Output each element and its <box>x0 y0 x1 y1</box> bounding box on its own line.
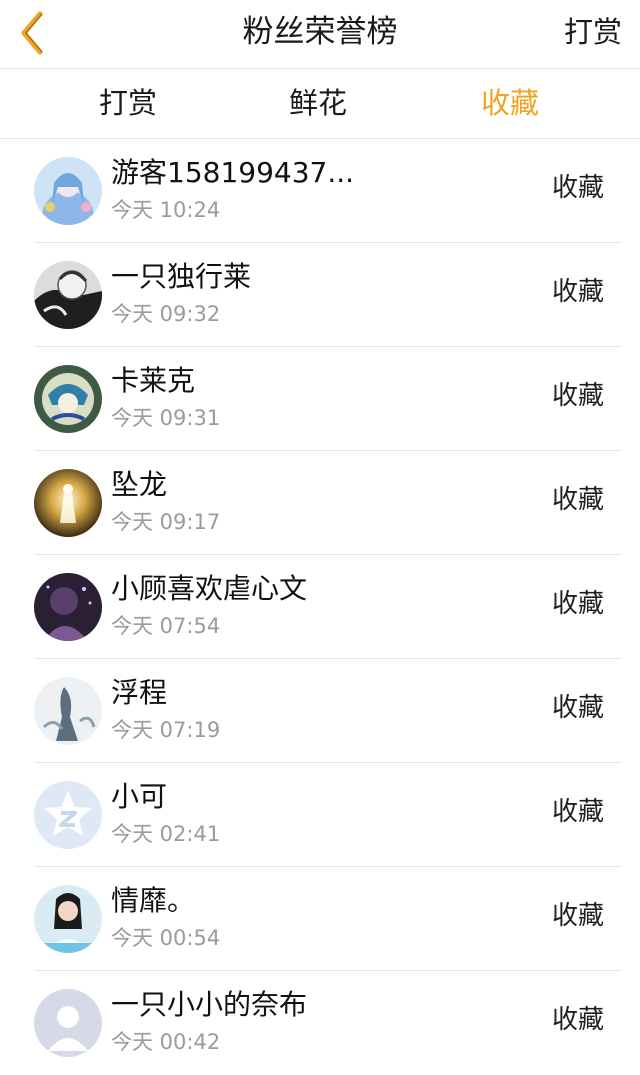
record-type: 收藏 <box>551 1005 604 1035</box>
list-item[interactable]: 浮程 今天 07:19 收藏 <box>0 659 640 763</box>
list-item[interactable]: 一只小小的奈布 今天 00:42 收藏 <box>0 971 640 1075</box>
list-item[interactable]: 小可 今天 02:41 收藏 <box>0 763 640 867</box>
ink-painting-avatar[interactable] <box>34 677 102 745</box>
anime-character-green-avatar[interactable] <box>34 365 102 433</box>
user-name: 小可 <box>111 780 168 813</box>
timestamp: 今天 00:42 <box>111 1030 221 1054</box>
girl-photo-avatar[interactable] <box>34 885 102 953</box>
timestamp: 今天 09:32 <box>111 302 221 326</box>
list-item[interactable]: 游客158199437... 今天 10:24 收藏 <box>0 139 640 243</box>
list-item[interactable]: 坠龙 今天 09:17 收藏 <box>0 451 640 555</box>
list-item[interactable]: 情靡。 今天 00:54 收藏 <box>0 867 640 971</box>
golden-light-avatar[interactable] <box>34 469 102 537</box>
record-type: 收藏 <box>551 797 604 827</box>
tab-reward[interactable]: 打赏 <box>58 83 198 123</box>
default-star-avatar[interactable] <box>34 781 102 849</box>
user-name: 游客158199437... <box>111 156 355 189</box>
timestamp: 今天 07:19 <box>111 718 221 742</box>
anime-girl-blue-avatar[interactable] <box>34 157 102 225</box>
timestamp: 今天 09:17 <box>111 510 221 534</box>
tab-bar: 打赏 鲜花 收藏 <box>0 69 640 139</box>
user-name: 一只小小的奈布 <box>111 988 308 1021</box>
timestamp: 今天 00:54 <box>111 926 221 950</box>
user-name: 卡莱克 <box>111 364 196 397</box>
timestamp: 今天 07:54 <box>111 614 221 638</box>
timestamp: 今天 10:24 <box>111 198 221 222</box>
page-title: 粉丝荣誉榜 <box>242 14 398 50</box>
list-item[interactable]: 一只独行莱 今天 09:32 收藏 <box>0 243 640 347</box>
tab-flowers[interactable]: 鲜花 <box>248 83 388 123</box>
record-type: 收藏 <box>551 173 604 203</box>
record-type: 收藏 <box>551 485 604 515</box>
navigation-bar: 粉丝荣誉榜 打赏 <box>0 0 640 69</box>
user-name: 小顾喜欢虐心文 <box>111 572 308 605</box>
record-type: 收藏 <box>551 693 604 723</box>
tab-collect[interactable]: 收藏 <box>440 83 580 123</box>
user-name: 坠龙 <box>111 468 168 501</box>
record-type: 收藏 <box>551 277 604 307</box>
list-item[interactable]: 卡莱克 今天 09:31 收藏 <box>0 347 640 451</box>
reward-button[interactable]: 打赏 <box>564 12 622 52</box>
default-person-avatar[interactable] <box>34 989 102 1057</box>
user-name: 情靡。 <box>111 884 196 917</box>
record-type: 收藏 <box>551 901 604 931</box>
monochrome-sketch-avatar[interactable] <box>34 261 102 329</box>
user-name: 浮程 <box>111 676 168 709</box>
list-item[interactable]: 小顾喜欢虐心文 今天 07:54 收藏 <box>0 555 640 659</box>
dark-purple-avatar[interactable] <box>34 573 102 641</box>
record-type: 收藏 <box>551 381 604 411</box>
record-type: 收藏 <box>551 589 604 619</box>
timestamp: 今天 09:31 <box>111 406 221 430</box>
timestamp: 今天 02:41 <box>111 822 221 846</box>
user-name: 一只独行莱 <box>111 260 252 293</box>
fan-list: 游客158199437... 今天 10:24 收藏 一只独行莱 今天 09:3… <box>0 139 640 1075</box>
